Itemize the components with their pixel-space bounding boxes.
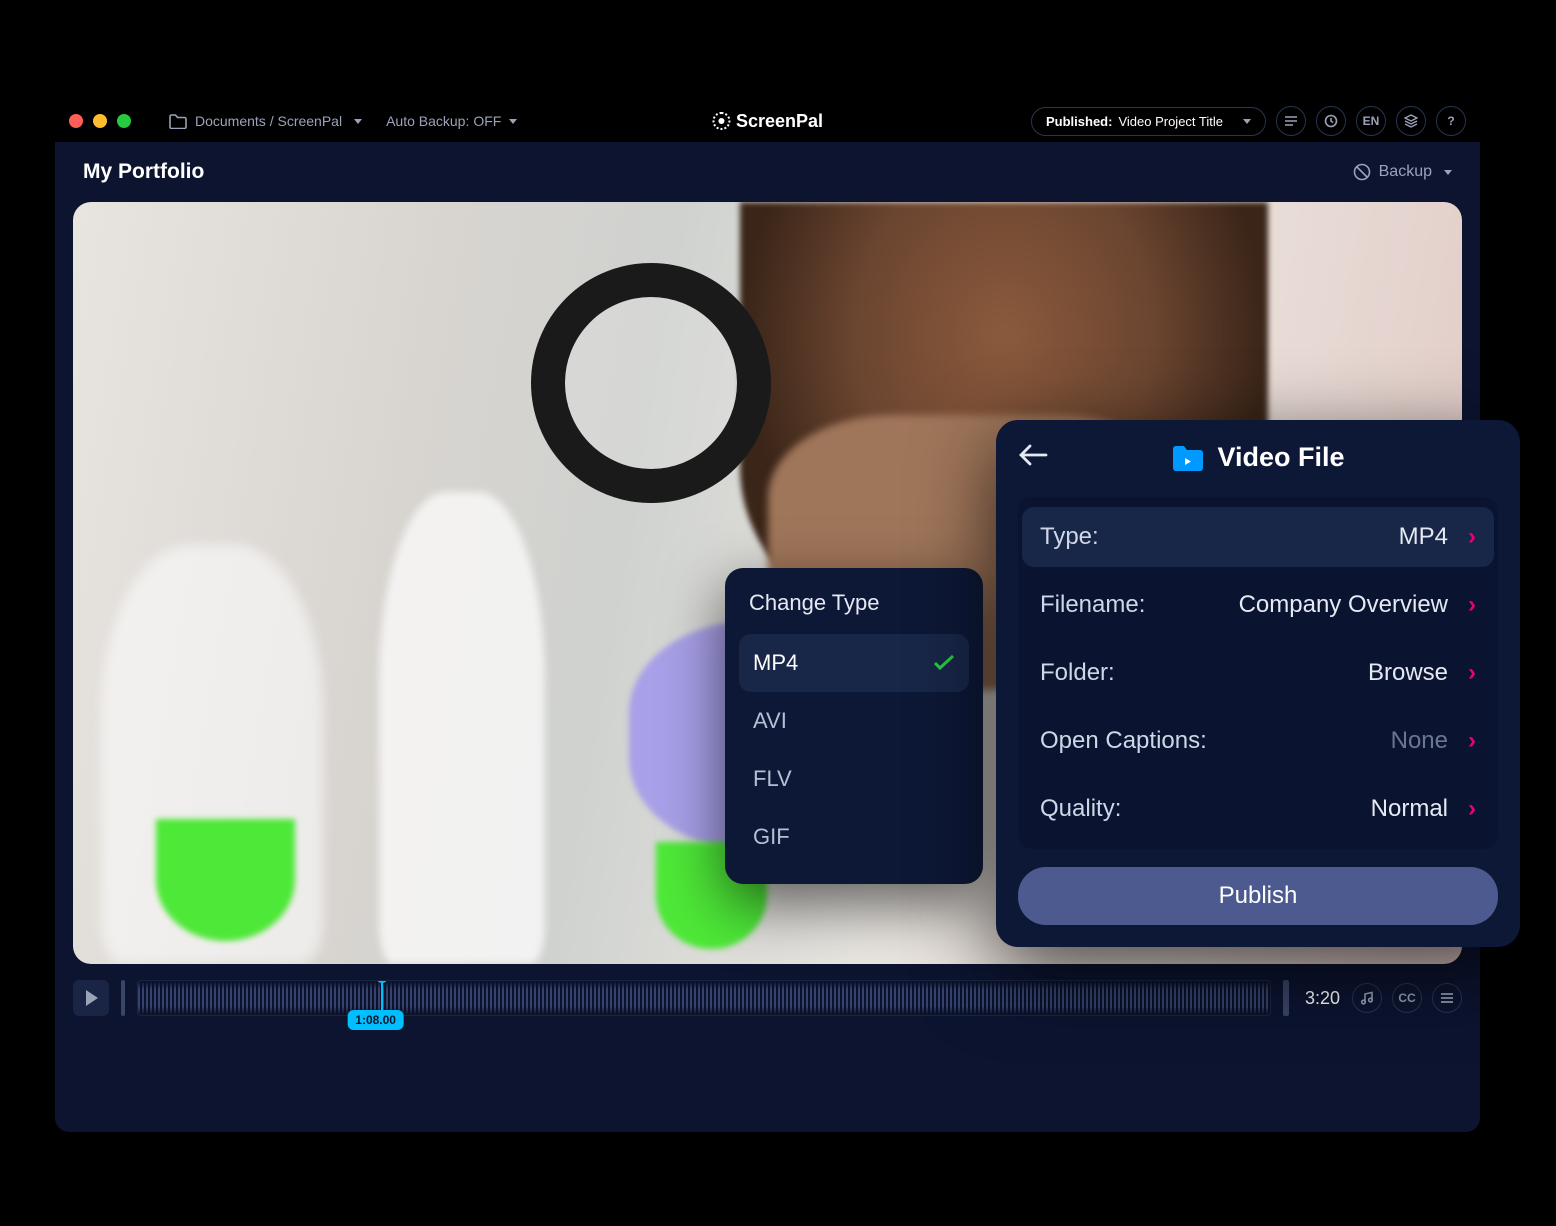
help-button[interactable]: ? <box>1436 106 1466 136</box>
video-file-panel: Video File Type: MP4 › Filename: Company… <box>996 420 1520 947</box>
type-option-gif[interactable]: GIF <box>739 808 969 866</box>
type-option-flv[interactable]: FLV <box>739 750 969 808</box>
chevron-down-icon <box>354 119 362 124</box>
play-icon <box>86 990 98 1006</box>
timeline: 3:20 CC 1:08.00 <box>55 964 1480 1016</box>
brand-icon <box>712 112 730 130</box>
change-type-popover: Change Type MP4 AVI FLV GIF <box>725 568 983 884</box>
close-window-button[interactable] <box>69 114 83 128</box>
list-icon[interactable] <box>1276 106 1306 136</box>
publish-button[interactable]: Publish <box>1018 867 1498 925</box>
type-option-avi[interactable]: AVI <box>739 692 969 750</box>
type-option-mp4[interactable]: MP4 <box>739 634 969 692</box>
chevron-down-icon <box>1444 170 1452 175</box>
change-type-title: Change Type <box>739 590 969 634</box>
backup-button[interactable]: Backup <box>1353 163 1452 181</box>
check-icon <box>933 654 955 672</box>
vf-row-folder[interactable]: Folder: Browse › <box>1018 639 1498 707</box>
brand-logo: ScreenPal <box>712 111 823 132</box>
vf-row-captions[interactable]: Open Captions: None › <box>1018 707 1498 775</box>
playhead-time-badge: 1:08.00 <box>347 1010 404 1030</box>
music-icon[interactable] <box>1352 983 1382 1013</box>
vf-row-quality[interactable]: Quality: Normal › <box>1018 775 1498 843</box>
history-icon[interactable] <box>1316 106 1346 136</box>
layers-icon[interactable] <box>1396 106 1426 136</box>
chevron-right-icon: › <box>1468 591 1476 619</box>
chevron-down-icon <box>1243 119 1251 124</box>
video-folder-icon <box>1171 444 1205 472</box>
waveform-track[interactable] <box>137 980 1271 1016</box>
chevron-right-icon: › <box>1468 523 1476 551</box>
track-end-handle[interactable] <box>1283 980 1289 1016</box>
minimize-window-button[interactable] <box>93 114 107 128</box>
vf-row-filename[interactable]: Filename: Company Overview › <box>1018 571 1498 639</box>
chevron-right-icon: › <box>1468 659 1476 687</box>
total-duration: 3:20 <box>1305 988 1340 1009</box>
folder-icon <box>169 114 187 129</box>
page-title: My Portfolio <box>83 160 204 184</box>
sub-header: My Portfolio Backup <box>55 142 1480 202</box>
chevron-right-icon: › <box>1468 795 1476 823</box>
play-button[interactable] <box>73 980 109 1016</box>
breadcrumb[interactable]: Documents / ScreenPal <box>169 113 362 129</box>
maximize-window-button[interactable] <box>117 114 131 128</box>
window-controls <box>69 114 131 128</box>
language-button[interactable]: EN <box>1356 106 1386 136</box>
chevron-right-icon: › <box>1468 727 1476 755</box>
chevron-down-icon <box>509 119 517 124</box>
title-bar: Documents / ScreenPal Auto Backup: OFF S… <box>55 100 1480 142</box>
video-file-title: Video File <box>1217 442 1344 473</box>
back-button[interactable] <box>1018 443 1048 472</box>
breadcrumb-text: Documents / ScreenPal <box>195 113 342 129</box>
captions-button[interactable]: CC <box>1392 983 1422 1013</box>
auto-backup-toggle[interactable]: Auto Backup: OFF <box>386 113 517 129</box>
track-start-handle[interactable] <box>121 980 125 1016</box>
menu-icon[interactable] <box>1432 983 1462 1013</box>
published-project-selector[interactable]: Published: Video Project Title <box>1031 107 1266 136</box>
no-backup-icon <box>1353 163 1371 181</box>
vf-row-type[interactable]: Type: MP4 › <box>1022 507 1494 567</box>
